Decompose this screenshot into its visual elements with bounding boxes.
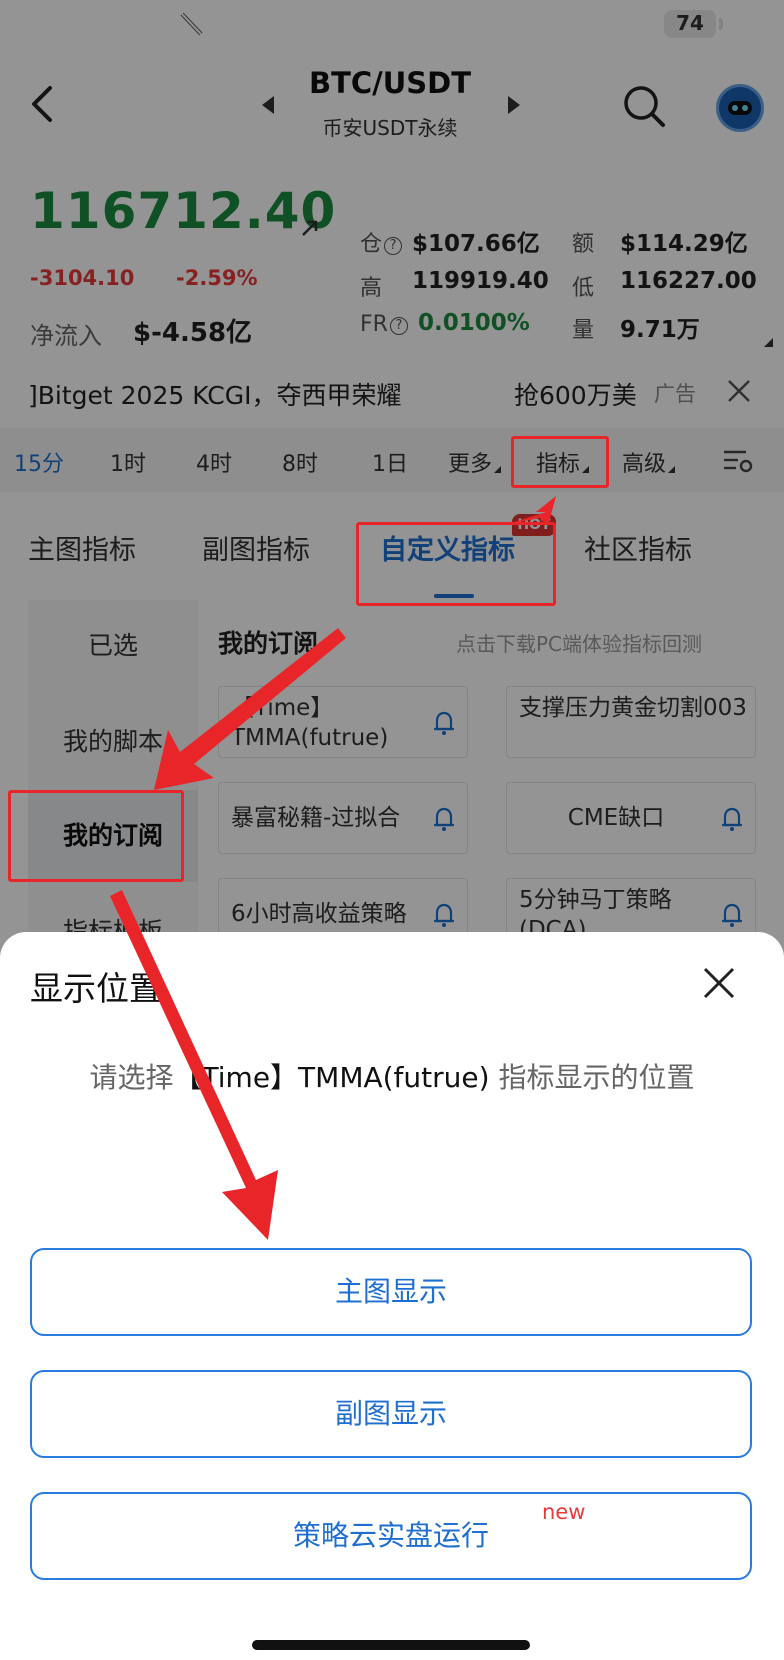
annotation-box-custom-tab (356, 522, 556, 606)
desc-suffix: 指标显示的位置 (498, 1061, 695, 1094)
sheet-description: 请选择【Time】TMMA(futrue) 指标显示的位置 (0, 1056, 784, 1096)
annotation-box-indicators (511, 436, 609, 488)
sheet-title: 显示位置 (30, 969, 162, 1008)
new-badge: new (542, 1500, 586, 1524)
home-indicator (252, 1640, 530, 1650)
strategy-cloud-run-label: 策略云实盘运行 (292, 1519, 489, 1552)
display-position-sheet: 显示位置 请选择【Time】TMMA(futrue) 指标显示的位置 主图显示 … (0, 932, 784, 1660)
strategy-cloud-run-button[interactable]: 策略云实盘运行 new (30, 1492, 752, 1580)
close-icon[interactable] (702, 966, 736, 1000)
desc-prefix: 请选择 (89, 1061, 174, 1094)
desc-indicator-name: 【Time】TMMA(futrue) (173, 1061, 490, 1094)
sub-chart-display-button[interactable]: 副图显示 (30, 1370, 752, 1458)
main-chart-display-button[interactable]: 主图显示 (30, 1248, 752, 1336)
annotation-box-my-subscriptions (8, 790, 184, 882)
